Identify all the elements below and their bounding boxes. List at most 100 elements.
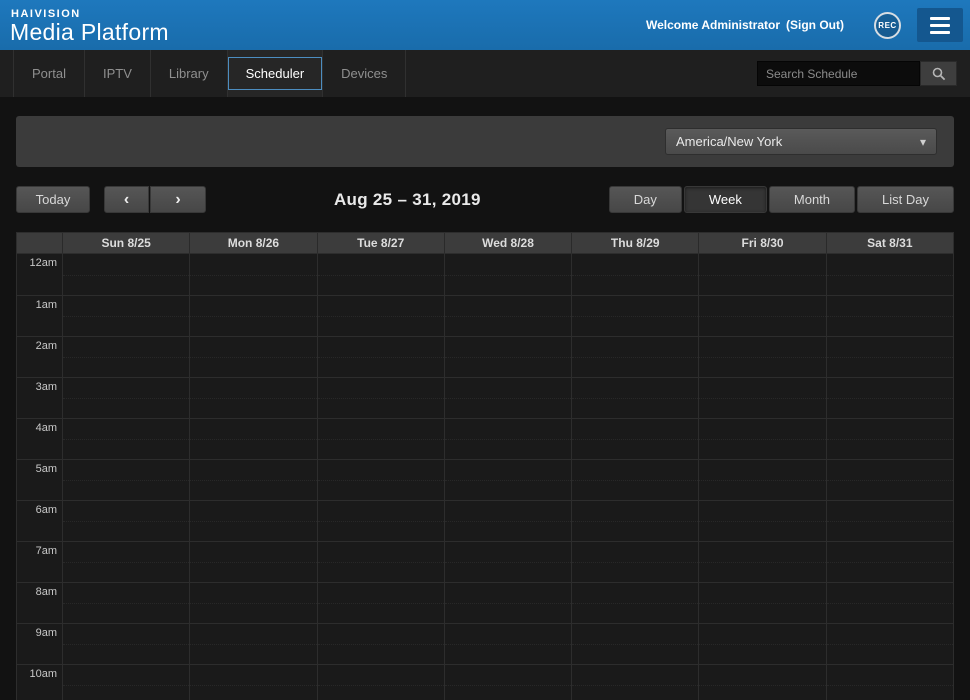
calendar-cell[interactable] bbox=[63, 337, 189, 377]
calendar-cell[interactable] bbox=[189, 254, 316, 295]
calendar-cell[interactable] bbox=[698, 254, 825, 295]
calendar-cell[interactable] bbox=[189, 296, 316, 336]
tab-scheduler[interactable]: Scheduler bbox=[228, 50, 324, 97]
hamburger-menu-button[interactable] bbox=[917, 8, 963, 42]
search-input[interactable] bbox=[757, 61, 920, 86]
calendar-cell[interactable] bbox=[317, 460, 444, 500]
next-week-button[interactable]: › bbox=[150, 186, 206, 213]
calendar-cell[interactable] bbox=[317, 624, 444, 664]
calendar-cell[interactable] bbox=[317, 254, 444, 295]
calendar-cell[interactable] bbox=[571, 542, 698, 582]
view-month-button[interactable]: Month bbox=[769, 186, 855, 213]
calendar-cell[interactable] bbox=[571, 624, 698, 664]
day-header-wed: Wed 8/28 bbox=[444, 233, 571, 253]
calendar-cell[interactable] bbox=[444, 296, 571, 336]
calendar-cell[interactable] bbox=[571, 254, 698, 295]
calendar-cell[interactable] bbox=[317, 542, 444, 582]
calendar-cell[interactable] bbox=[189, 378, 316, 418]
calendar-cell[interactable] bbox=[317, 296, 444, 336]
calendar-cell[interactable] bbox=[571, 460, 698, 500]
calendar-cell[interactable] bbox=[63, 665, 189, 700]
calendar-cell[interactable] bbox=[444, 624, 571, 664]
calendar-cell[interactable] bbox=[698, 419, 825, 459]
calendar-cell[interactable] bbox=[826, 501, 953, 541]
calendar-cell[interactable] bbox=[444, 542, 571, 582]
today-button[interactable]: Today bbox=[16, 186, 90, 213]
calendar-cell[interactable] bbox=[63, 296, 189, 336]
calendar-cell[interactable] bbox=[698, 460, 825, 500]
calendar-cell[interactable] bbox=[826, 583, 953, 623]
calendar-cell[interactable] bbox=[826, 337, 953, 377]
calendar-cell[interactable] bbox=[698, 296, 825, 336]
calendar-cell[interactable] bbox=[826, 542, 953, 582]
calendar-cell[interactable] bbox=[317, 378, 444, 418]
calendar-cell[interactable] bbox=[189, 337, 316, 377]
calendar-cell[interactable] bbox=[189, 501, 316, 541]
calendar-cell[interactable] bbox=[698, 337, 825, 377]
calendar-cell[interactable] bbox=[571, 378, 698, 418]
sign-out-link[interactable]: (Sign Out) bbox=[786, 18, 844, 32]
calendar-cell[interactable] bbox=[826, 296, 953, 336]
calendar-cell[interactable] bbox=[826, 378, 953, 418]
view-week-button[interactable]: Week bbox=[684, 186, 767, 213]
calendar-cell[interactable] bbox=[189, 460, 316, 500]
calendar-cell[interactable] bbox=[189, 665, 316, 700]
view-list-day-button[interactable]: List Day bbox=[857, 186, 954, 213]
calendar-cell[interactable] bbox=[189, 624, 316, 664]
calendar-cell[interactable] bbox=[317, 337, 444, 377]
tab-devices[interactable]: Devices bbox=[323, 50, 406, 97]
calendar-cell[interactable] bbox=[826, 624, 953, 664]
calendar-cell[interactable] bbox=[571, 419, 698, 459]
calendar-cell[interactable] bbox=[317, 583, 444, 623]
scheduler-content: America/New York ▾ Today ‹ › Aug 25 – 31… bbox=[0, 97, 970, 700]
tab-iptv[interactable]: IPTV bbox=[85, 50, 151, 97]
prev-week-button[interactable]: ‹ bbox=[104, 186, 149, 213]
calendar-cell[interactable] bbox=[444, 583, 571, 623]
calendar-cell[interactable] bbox=[444, 460, 571, 500]
calendar-cell[interactable] bbox=[444, 254, 571, 295]
calendar-cell[interactable] bbox=[63, 583, 189, 623]
brand-logo: HAIVISION Media Platform bbox=[10, 7, 169, 44]
calendar-cell[interactable] bbox=[317, 501, 444, 541]
calendar-cell[interactable] bbox=[698, 583, 825, 623]
day-header-sat: Sat 8/31 bbox=[826, 233, 953, 253]
calendar-cell[interactable] bbox=[826, 419, 953, 459]
chevron-left-icon: ‹ bbox=[124, 191, 129, 208]
rec-label: REC bbox=[878, 21, 896, 30]
calendar-cell[interactable] bbox=[571, 337, 698, 377]
calendar-cell[interactable] bbox=[698, 624, 825, 664]
calendar-cell[interactable] bbox=[63, 624, 189, 664]
calendar-cell[interactable] bbox=[189, 542, 316, 582]
calendar-cell[interactable] bbox=[571, 296, 698, 336]
calendar-cell[interactable] bbox=[444, 501, 571, 541]
calendar-cell[interactable] bbox=[826, 254, 953, 295]
calendar-cell[interactable] bbox=[189, 419, 316, 459]
calendar-cell[interactable] bbox=[63, 501, 189, 541]
calendar-cell[interactable] bbox=[189, 583, 316, 623]
calendar-cell[interactable] bbox=[698, 378, 825, 418]
tab-portal[interactable]: Portal bbox=[13, 50, 85, 97]
tab-library[interactable]: Library bbox=[151, 50, 228, 97]
calendar-cell[interactable] bbox=[63, 460, 189, 500]
calendar-cell[interactable] bbox=[571, 501, 698, 541]
calendar-cell[interactable] bbox=[826, 460, 953, 500]
calendar-cell[interactable] bbox=[444, 665, 571, 700]
calendar-cell[interactable] bbox=[63, 378, 189, 418]
calendar-cell[interactable] bbox=[63, 419, 189, 459]
calendar-cell[interactable] bbox=[571, 665, 698, 700]
calendar-cell[interactable] bbox=[63, 254, 189, 295]
calendar-cell[interactable] bbox=[698, 665, 825, 700]
calendar-cell[interactable] bbox=[444, 419, 571, 459]
calendar-cell[interactable] bbox=[317, 419, 444, 459]
calendar-cell[interactable] bbox=[826, 665, 953, 700]
search-button[interactable] bbox=[920, 61, 957, 86]
timezone-dropdown[interactable]: America/New York ▾ bbox=[665, 128, 937, 155]
calendar-cell[interactable] bbox=[317, 665, 444, 700]
calendar-cell[interactable] bbox=[571, 583, 698, 623]
view-day-button[interactable]: Day bbox=[609, 186, 682, 213]
calendar-cell[interactable] bbox=[698, 542, 825, 582]
calendar-cell[interactable] bbox=[63, 542, 189, 582]
calendar-cell[interactable] bbox=[698, 501, 825, 541]
calendar-cell[interactable] bbox=[444, 378, 571, 418]
calendar-cell[interactable] bbox=[444, 337, 571, 377]
